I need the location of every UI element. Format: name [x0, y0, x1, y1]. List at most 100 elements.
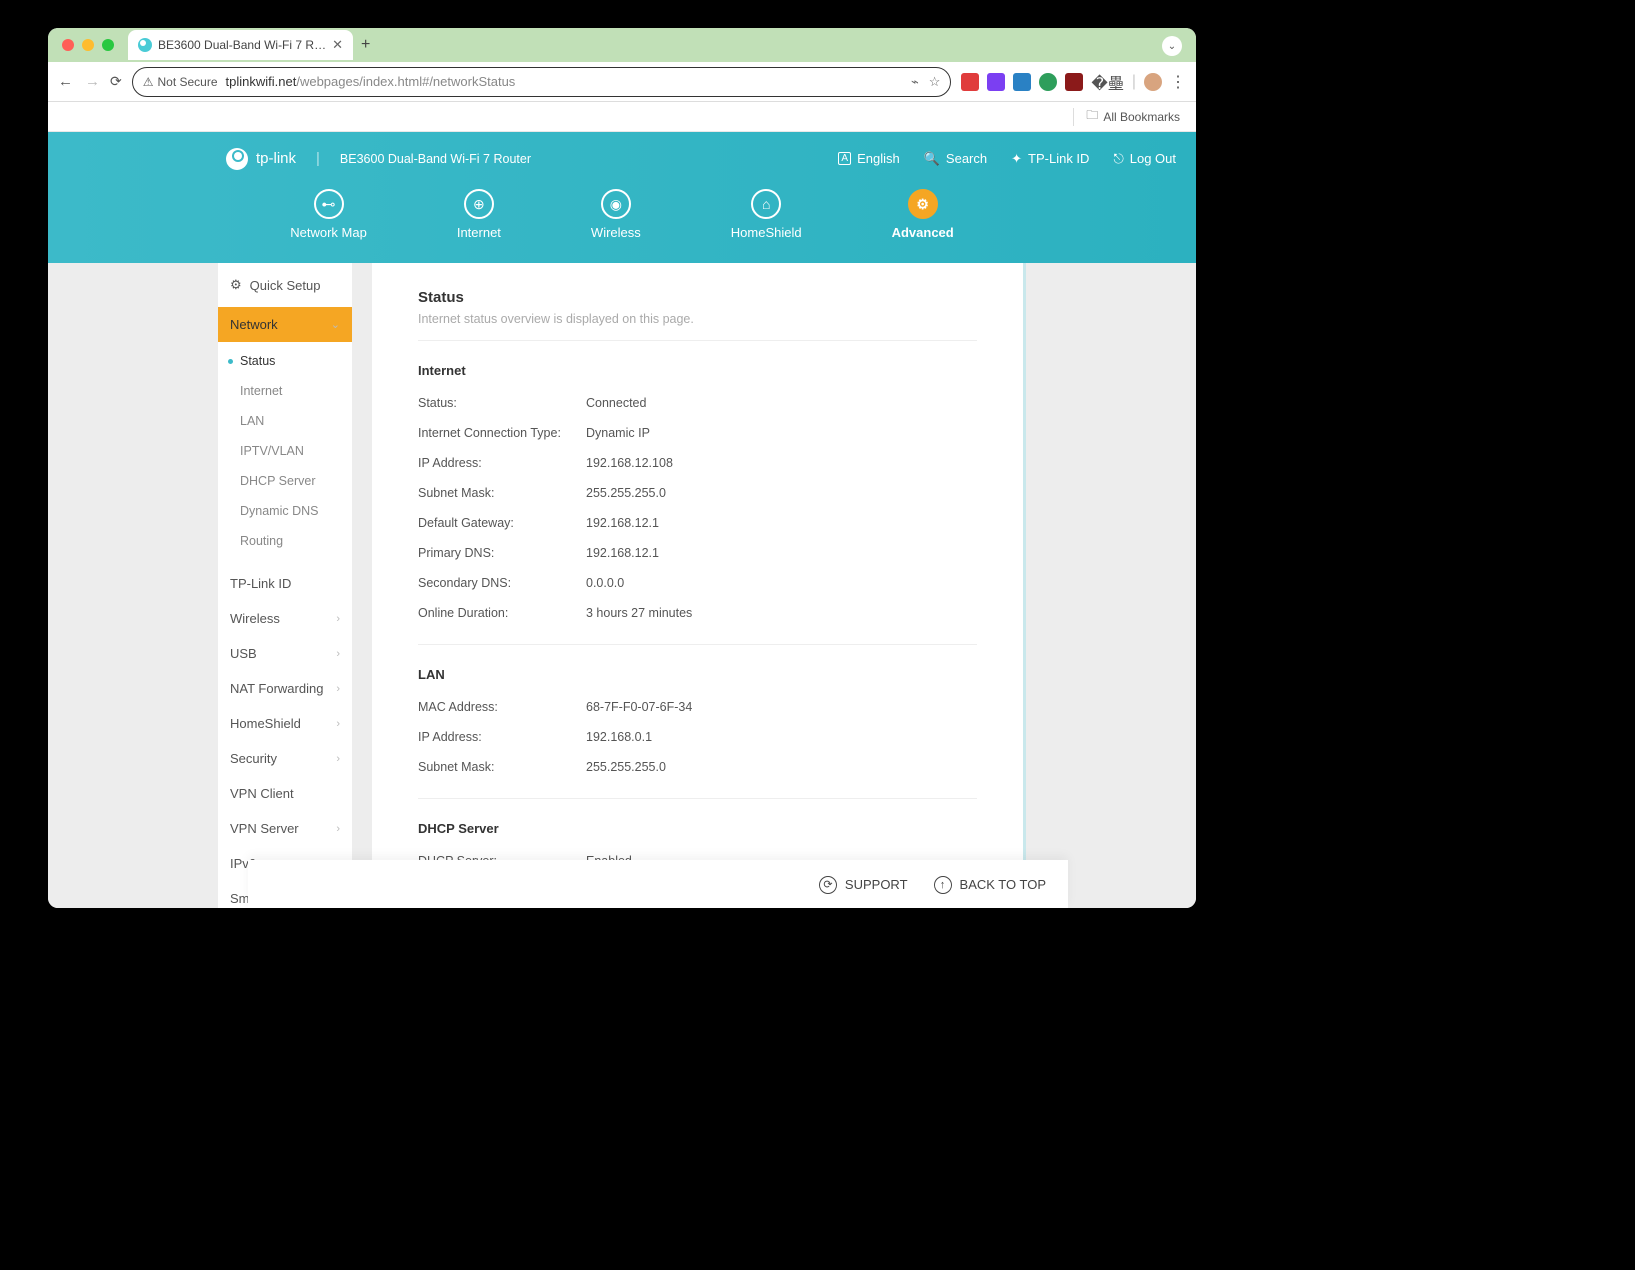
- nav-internet[interactable]: ⊕ Internet: [457, 189, 501, 263]
- back-button[interactable]: ←: [58, 73, 73, 90]
- browser-toolbar: ← → ⟳ ⚠ Not Secure tplinkwifi.net/webpag…: [48, 62, 1196, 102]
- kv-value: 0.0.0.0: [586, 576, 977, 590]
- nav-homeshield[interactable]: ⌂ HomeShield: [731, 189, 802, 263]
- bookmark-star-icon[interactable]: ☆: [929, 74, 941, 90]
- tplink-id-button[interactable]: ✦ TP-Link ID: [1011, 151, 1089, 167]
- profile-avatar[interactable]: [1144, 73, 1162, 91]
- extension-icon[interactable]: [1013, 73, 1031, 91]
- tab-close-icon[interactable]: ✕: [332, 37, 343, 53]
- sidebar: ⚙ Quick Setup Network ⌄ Status Internet …: [218, 263, 352, 908]
- sub-label: IPTV/VLAN: [240, 444, 304, 458]
- extension-icon[interactable]: [987, 73, 1005, 91]
- not-secure-label: Not Secure: [158, 75, 218, 89]
- url-host: tplinkwifi.net: [226, 74, 297, 89]
- side-label: Security: [230, 751, 277, 766]
- sub-routing[interactable]: Routing: [218, 526, 352, 556]
- sub-label: LAN: [240, 414, 264, 428]
- chevron-right-icon: ›: [336, 683, 340, 695]
- all-bookmarks-button[interactable]: 🗀 All Bookmarks: [1086, 106, 1180, 127]
- nav-advanced[interactable]: ⚙ Advanced: [892, 189, 954, 263]
- dhcp-heading: DHCP Server: [418, 821, 977, 836]
- kv-row: Secondary DNS:0.0.0.0: [418, 568, 977, 598]
- nav-label: HomeShield: [731, 225, 802, 240]
- sidebar-homeshield[interactable]: HomeShield›: [218, 706, 352, 741]
- forward-button[interactable]: →: [85, 73, 100, 90]
- search-button[interactable]: 🔍 Search: [924, 151, 987, 167]
- logout-button[interactable]: ⎋ Log Out: [1113, 151, 1176, 167]
- logo[interactable]: tp-link | BE3600 Dual-Band Wi-Fi 7 Route…: [226, 148, 531, 170]
- tabs-dropdown-button[interactable]: ⌄: [1162, 36, 1182, 56]
- sub-lan[interactable]: LAN: [218, 406, 352, 436]
- nav-label: Internet: [457, 225, 501, 240]
- chevron-right-icon: ›: [336, 753, 340, 765]
- sub-status[interactable]: Status: [218, 346, 352, 376]
- side-label: VPN Server: [230, 821, 299, 836]
- kv-key: Subnet Mask:: [418, 760, 586, 774]
- main-panel: Status Internet status overview is displ…: [372, 263, 1026, 908]
- kv-row: MAC Address:68-7F-F0-07-6F-34: [418, 692, 977, 722]
- sidebar-usb[interactable]: USB›: [218, 636, 352, 671]
- kv-value: 68-7F-F0-07-6F-34: [586, 700, 977, 714]
- traffic-lights: [62, 39, 114, 51]
- sidebar-quick-setup[interactable]: ⚙ Quick Setup: [218, 263, 352, 307]
- sub-dynamic-dns[interactable]: Dynamic DNS: [218, 496, 352, 526]
- back-to-top-button[interactable]: ↑ BACK TO TOP: [934, 876, 1046, 894]
- quick-setup-label: Quick Setup: [250, 278, 321, 293]
- sub-iptv-vlan[interactable]: IPTV/VLAN: [218, 436, 352, 466]
- divider: [418, 644, 977, 645]
- sidebar-network[interactable]: Network ⌄: [218, 307, 352, 342]
- window-maximize-button[interactable]: [102, 39, 114, 51]
- new-tab-button[interactable]: +: [361, 36, 370, 54]
- sidebar-wireless[interactable]: Wireless›: [218, 601, 352, 636]
- divider: |: [316, 150, 320, 167]
- internet-rows: Status:ConnectedInternet Connection Type…: [418, 388, 977, 628]
- side-label: Wireless: [230, 611, 280, 626]
- extension-icon[interactable]: [1065, 73, 1083, 91]
- nav-label: Advanced: [892, 225, 954, 240]
- address-bar[interactable]: ⚠ Not Secure tplinkwifi.net/webpages/ind…: [132, 67, 952, 97]
- kv-key: Internet Connection Type:: [418, 426, 586, 440]
- kv-value: 255.255.255.0: [586, 486, 977, 500]
- window-minimize-button[interactable]: [82, 39, 94, 51]
- sub-dhcp-server[interactable]: DHCP Server: [218, 466, 352, 496]
- support-button[interactable]: ⟳ SUPPORT: [819, 876, 908, 894]
- kv-row: Internet Connection Type:Dynamic IP: [418, 418, 977, 448]
- internet-heading: Internet: [418, 363, 977, 378]
- password-key-icon[interactable]: ⌁: [911, 74, 919, 90]
- nav-network-map[interactable]: ⊷ Network Map: [290, 189, 367, 263]
- sub-label: Dynamic DNS: [240, 504, 319, 518]
- reload-button[interactable]: ⟳: [110, 73, 122, 90]
- sub-internet[interactable]: Internet: [218, 376, 352, 406]
- globe-icon: ⊕: [464, 189, 494, 219]
- extensions-puzzle-icon[interactable]: �壘: [1091, 70, 1123, 94]
- page-content: tp-link | BE3600 Dual-Band Wi-Fi 7 Route…: [48, 132, 1196, 908]
- kv-value: 192.168.12.1: [586, 516, 977, 530]
- sidebar-nat-forwarding[interactable]: NAT Forwarding›: [218, 671, 352, 706]
- sidebar-security[interactable]: Security ›: [218, 741, 352, 776]
- app-header: tp-link | BE3600 Dual-Band Wi-Fi 7 Route…: [48, 132, 1196, 185]
- kv-key: Subnet Mask:: [418, 486, 586, 500]
- kv-value: 3 hours 27 minutes: [586, 606, 977, 620]
- logout-icon: ⎋: [1113, 151, 1123, 167]
- kv-key: Online Duration:: [418, 606, 586, 620]
- divider: [1073, 108, 1074, 126]
- browser-tab[interactable]: BE3600 Dual-Band Wi-Fi 7 R… ✕: [128, 30, 353, 60]
- language-selector[interactable]: A English: [838, 151, 899, 167]
- extension-icon[interactable]: [961, 73, 979, 91]
- kv-key: Status:: [418, 396, 586, 410]
- main-nav: ⊷ Network Map ⊕ Internet ◉ Wireless ⌂ Ho…: [48, 185, 1196, 263]
- sidebar-vpn-server[interactable]: VPN Server›: [218, 811, 352, 846]
- window-close-button[interactable]: [62, 39, 74, 51]
- nav-label: Network Map: [290, 225, 367, 240]
- kv-value: 192.168.12.108: [586, 456, 977, 470]
- security-indicator[interactable]: ⚠ Not Secure: [143, 75, 218, 89]
- layout: ⚙ Quick Setup Network ⌄ Status Internet …: [218, 263, 1026, 908]
- divider: |: [1132, 73, 1136, 91]
- product-label: BE3600 Dual-Band Wi-Fi 7 Router: [340, 152, 531, 166]
- extension-icon[interactable]: [1039, 73, 1057, 91]
- sidebar-tplink-id[interactable]: TP-Link ID: [218, 566, 352, 601]
- kebab-menu-icon[interactable]: ⋮: [1170, 72, 1186, 92]
- nav-wireless[interactable]: ◉ Wireless: [591, 189, 641, 263]
- page-subtitle: Internet status overview is displayed on…: [418, 312, 977, 341]
- sidebar-vpn-client[interactable]: VPN Client: [218, 776, 352, 811]
